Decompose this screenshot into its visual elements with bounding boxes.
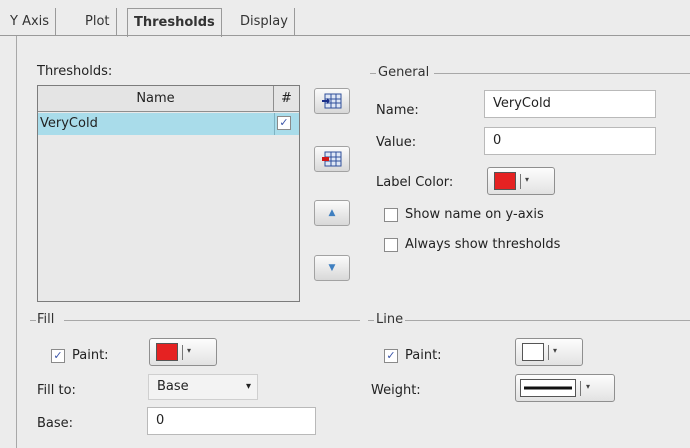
remove-threshold-icon — [322, 151, 342, 167]
show-name-label: Show name on y-axis — [405, 207, 544, 222]
label-color-label: Label Color: — [376, 175, 454, 190]
add-threshold-icon — [322, 93, 342, 109]
group-border — [368, 320, 374, 321]
tab-bar: Y Axis Plot Thresholds Display — [0, 0, 690, 37]
chevron-down-icon: ▾ — [553, 346, 558, 355]
line-weight-button[interactable]: ▾ — [515, 374, 615, 402]
move-up-icon: ▲ — [328, 208, 336, 218]
separator — [548, 345, 549, 360]
fill-color-button[interactable]: ▾ — [149, 338, 217, 366]
fill-to-select[interactable]: Base ▾ — [148, 374, 258, 400]
tab-plot[interactable]: Plot — [79, 8, 117, 35]
add-threshold-button[interactable] — [314, 88, 350, 114]
group-border — [30, 320, 36, 321]
threshold-name-cell: VeryCold — [40, 116, 98, 131]
line-color-swatch — [522, 343, 544, 361]
name-field[interactable]: VeryCold — [484, 90, 656, 118]
threshold-enabled-checkbox[interactable]: ✓ — [277, 116, 291, 130]
tab-y-axis[interactable]: Y Axis — [4, 8, 57, 35]
thresholds-label: Thresholds: — [37, 64, 113, 79]
always-show-checkbox[interactable] — [384, 238, 398, 252]
group-border — [434, 73, 690, 74]
separator — [520, 174, 521, 189]
fill-to-value: Base — [157, 379, 189, 394]
move-down-button[interactable]: ▼ — [314, 255, 350, 281]
always-show-label: Always show thresholds — [405, 237, 561, 252]
chevron-down-icon: ▾ — [525, 175, 530, 184]
line-paint-checkbox[interactable]: ✓ — [384, 349, 398, 363]
base-label: Base: — [37, 416, 74, 431]
line-paint-label: Paint: — [405, 348, 442, 363]
label-color-button[interactable]: ▾ — [487, 167, 555, 195]
table-row[interactable]: VeryCold ✓ — [38, 113, 299, 135]
line-color-button[interactable]: ▾ — [515, 338, 583, 366]
thresholds-table[interactable]: Name # VeryCold ✓ — [37, 85, 300, 302]
fill-group-title: Fill — [37, 312, 55, 327]
fill-to-label: Fill to: — [37, 383, 76, 398]
chevron-down-icon: ▾ — [187, 346, 192, 355]
weight-label: Weight: — [371, 383, 421, 398]
tab-thresholds[interactable]: Thresholds — [127, 8, 222, 37]
line-group-title: Line — [376, 312, 404, 327]
group-border — [370, 73, 376, 74]
tab-display[interactable]: Display — [234, 8, 295, 35]
group-border — [405, 320, 690, 321]
fill-paint-checkbox[interactable]: ✓ — [51, 349, 65, 363]
fill-paint-label: Paint: — [72, 348, 109, 363]
remove-threshold-button[interactable] — [314, 146, 350, 172]
chevron-down-icon: ▾ — [245, 381, 251, 392]
separator — [182, 345, 183, 360]
show-name-checkbox[interactable] — [384, 208, 398, 222]
chevron-down-icon: ▾ — [586, 382, 591, 391]
column-header-name[interactable]: Name — [38, 86, 274, 112]
separator — [580, 381, 581, 396]
line-weight-icon — [520, 379, 576, 397]
name-label: Name: — [376, 103, 419, 118]
move-up-button[interactable]: ▲ — [314, 200, 350, 226]
general-group-title: General — [378, 65, 430, 80]
column-header-enabled[interactable]: # — [274, 86, 299, 112]
fill-color-swatch — [156, 343, 178, 361]
value-field[interactable]: 0 — [484, 127, 656, 155]
column-divider — [274, 113, 275, 135]
move-down-icon: ▼ — [328, 263, 336, 273]
value-label: Value: — [376, 135, 417, 150]
base-field[interactable]: 0 — [147, 407, 316, 435]
label-color-swatch — [494, 172, 516, 190]
group-border — [64, 320, 360, 321]
